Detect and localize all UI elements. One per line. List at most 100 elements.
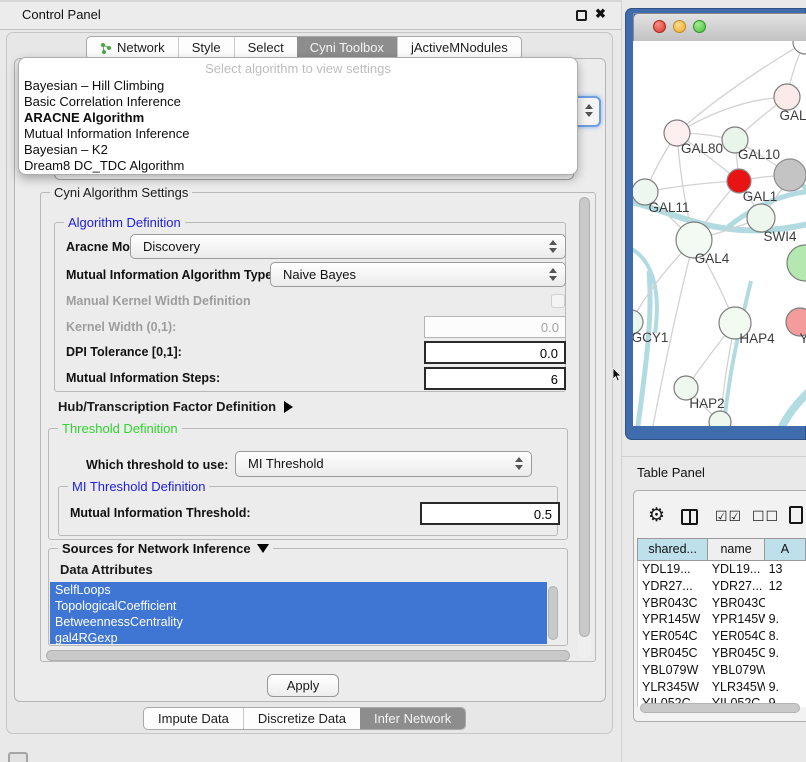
- tab-network[interactable]: Network: [87, 37, 178, 59]
- which-threshold-value: MI Threshold: [248, 456, 324, 471]
- combo-spinner-icon: [549, 268, 558, 281]
- mi-algorithm-type-value: Naive Bayes: [283, 267, 356, 282]
- tab-impute-data[interactable]: Impute Data: [144, 708, 243, 729]
- sources-title: Sources for Network Inference: [62, 541, 251, 556]
- node-label: HAP2: [689, 396, 724, 411]
- unchecked-boxes-icon[interactable]: ☐☐: [752, 508, 779, 525]
- algorithm-dropdown-placeholder: Select algorithm to view settings: [19, 61, 577, 78]
- column-header-shared-[interactable]: shared...: [638, 539, 707, 560]
- network-node[interactable]: [793, 41, 806, 54]
- which-threshold-combo[interactable]: MI Threshold: [235, 451, 532, 477]
- node-label: GAL80: [681, 141, 723, 156]
- settings-vertical-scrollbar-thumb[interactable]: [579, 197, 590, 637]
- corner-widget-icon[interactable]: [8, 752, 28, 762]
- table-cell: YBR045C: [638, 645, 708, 662]
- node-label: GCY1: [633, 330, 668, 345]
- network-node[interactable]: [774, 159, 806, 191]
- mi-threshold-field[interactable]: 0.5: [420, 502, 560, 525]
- tab-cyni-toolbox[interactable]: Cyni Toolbox: [297, 37, 397, 59]
- settings-group-title: Cyni Algorithm Settings: [50, 185, 192, 200]
- network-node[interactable]: [709, 411, 731, 426]
- gear-icon[interactable]: ⚙: [648, 505, 665, 527]
- cyni-bottom-tabs: Impute DataDiscretize DataInfer Network: [143, 707, 466, 730]
- table-cell: YBR043C: [708, 595, 765, 612]
- aracne-mode-combo[interactable]: Discovery: [130, 234, 566, 259]
- tab-label: Style: [192, 37, 221, 59]
- attribute-item-gal4rgexp[interactable]: gal4RGexp: [50, 630, 547, 644]
- tab-jactivemnodules[interactable]: jActiveMNodules: [397, 37, 521, 59]
- mi-threshold-label: Mutual Information Threshold:: [70, 506, 251, 520]
- hub-definition-expander[interactable]: Hub/Transcription Factor Definition: [58, 399, 293, 414]
- algorithm-option-basic-correlation-inference[interactable]: Basic Correlation Inference: [19, 94, 577, 110]
- algorithm-option-bayesian-hill-climbing[interactable]: Bayesian – Hill Climbing: [19, 78, 577, 94]
- column-header-a[interactable]: A: [764, 539, 805, 560]
- table-row[interactable]: YBR045CYBR045C9.: [638, 645, 806, 662]
- dpi-tolerance-field[interactable]: 0.0: [424, 341, 566, 364]
- table-row[interactable]: YBL079WYBL079W: [638, 662, 806, 679]
- zoom-traffic-light-icon[interactable]: [693, 20, 706, 33]
- kernel-width-label: Kernel Width (0,1):: [66, 320, 176, 334]
- tab-discretize-data[interactable]: Discretize Data: [243, 708, 360, 729]
- table-cell: YBL079W: [708, 662, 765, 679]
- table-horizontal-scrollbar-thumb[interactable]: [640, 703, 800, 713]
- tab-select[interactable]: Select: [234, 37, 297, 59]
- table-row[interactable]: YER054CYER054C8.: [638, 628, 806, 645]
- node-label: SWI4: [763, 229, 796, 244]
- mi-steps-field[interactable]: 6: [424, 367, 566, 390]
- algorithm-option-bayesian-k2[interactable]: Bayesian – K2: [19, 142, 577, 158]
- aracne-mode-value: Discovery: [143, 239, 200, 254]
- algorithm-option-mutual-information-inference[interactable]: Mutual Information Inference: [19, 126, 577, 142]
- node-label: GAL: [779, 108, 806, 123]
- kernel-width-field[interactable]: 0.0: [424, 316, 566, 338]
- table-row[interactable]: YDL19...YDL19...13: [638, 561, 806, 578]
- attribute-item-selfloops[interactable]: SelfLoops: [50, 582, 547, 598]
- table-cell: YER054C: [708, 628, 765, 645]
- node-table: shared...nameA YDL19...YDL19...13YDR27..…: [637, 538, 806, 707]
- attributes-scrollbar-thumb[interactable]: [548, 586, 558, 640]
- algorithm-option-aracne-algorithm[interactable]: ARACNE Algorithm: [19, 110, 577, 126]
- mouse-cursor: [612, 368, 623, 382]
- table-cell: 12: [765, 578, 806, 595]
- mi-threshold-definition-title: MI Threshold Definition: [68, 479, 209, 494]
- sources-expander: Sources for Network Inference: [58, 541, 273, 556]
- hub-definition-label: Hub/Transcription Factor Definition: [58, 399, 276, 414]
- close-traffic-light-icon[interactable]: [653, 20, 666, 33]
- column-header-name[interactable]: name: [707, 539, 764, 560]
- settings-horizontal-scrollbar-thumb[interactable]: [46, 650, 570, 661]
- attribute-item-topologicalcoefficient[interactable]: TopologicalCoefficient: [50, 598, 547, 614]
- document-icon[interactable]: [789, 506, 803, 524]
- network-icon: [100, 42, 112, 54]
- dpi-tolerance-label: DPI Tolerance [0,1]:: [66, 345, 182, 359]
- tab-infer-network[interactable]: Infer Network: [360, 708, 465, 729]
- node-label: GAL4: [695, 251, 730, 266]
- checked-boxes-icon[interactable]: ☑☑: [715, 508, 742, 525]
- tab-label: Select: [248, 37, 284, 59]
- table-row[interactable]: YLR345WYLR345W9.: [638, 679, 806, 696]
- manual-kernel-width-checkbox[interactable]: [551, 294, 565, 308]
- network-node-swi4[interactable]: [747, 204, 775, 232]
- minimize-traffic-light-icon[interactable]: [673, 20, 686, 33]
- table-row[interactable]: YDR27...YDR27...12: [638, 578, 806, 595]
- mi-algorithm-type-label: Mutual Information Algorithm Type:: [66, 268, 276, 282]
- table-cell: YLR345W: [638, 679, 708, 696]
- network-node[interactable]: [787, 245, 806, 281]
- split-columns-icon[interactable]: [681, 509, 698, 525]
- table-cell: 9.: [765, 679, 806, 696]
- apply-button[interactable]: Apply: [267, 674, 339, 697]
- tab-style[interactable]: Style: [178, 37, 234, 59]
- network-canvas[interactable]: GALGAL80GAL10GAL1GAL11GAL4SWI4GCY1HAP4YH…: [633, 41, 806, 426]
- which-threshold-label: Which threshold to use:: [86, 458, 228, 472]
- data-attributes-list: SelfLoopsTopologicalCoefficientBetweenne…: [50, 582, 547, 644]
- float-window-icon[interactable]: [576, 10, 587, 21]
- network-node-gal[interactable]: [774, 84, 800, 110]
- attribute-item-betweennesscentrality[interactable]: BetweennessCentrality: [50, 614, 547, 630]
- table-cell: [765, 595, 806, 612]
- table-row[interactable]: YPR145WYPR145W9.: [638, 611, 806, 628]
- mi-algorithm-type-combo[interactable]: Naive Bayes: [270, 262, 566, 287]
- collapsed-arrow-icon: [284, 401, 293, 413]
- algorithm-dropdown: Select algorithm to view settings Bayesi…: [18, 57, 578, 175]
- table-row[interactable]: YBR043CYBR043C: [638, 595, 806, 612]
- close-icon[interactable]: ✖: [595, 6, 606, 22]
- table-cell: YER054C: [638, 628, 708, 645]
- algorithm-option-dream8-dc-tdc-algorithm[interactable]: Dream8 DC_TDC Algorithm: [19, 158, 577, 174]
